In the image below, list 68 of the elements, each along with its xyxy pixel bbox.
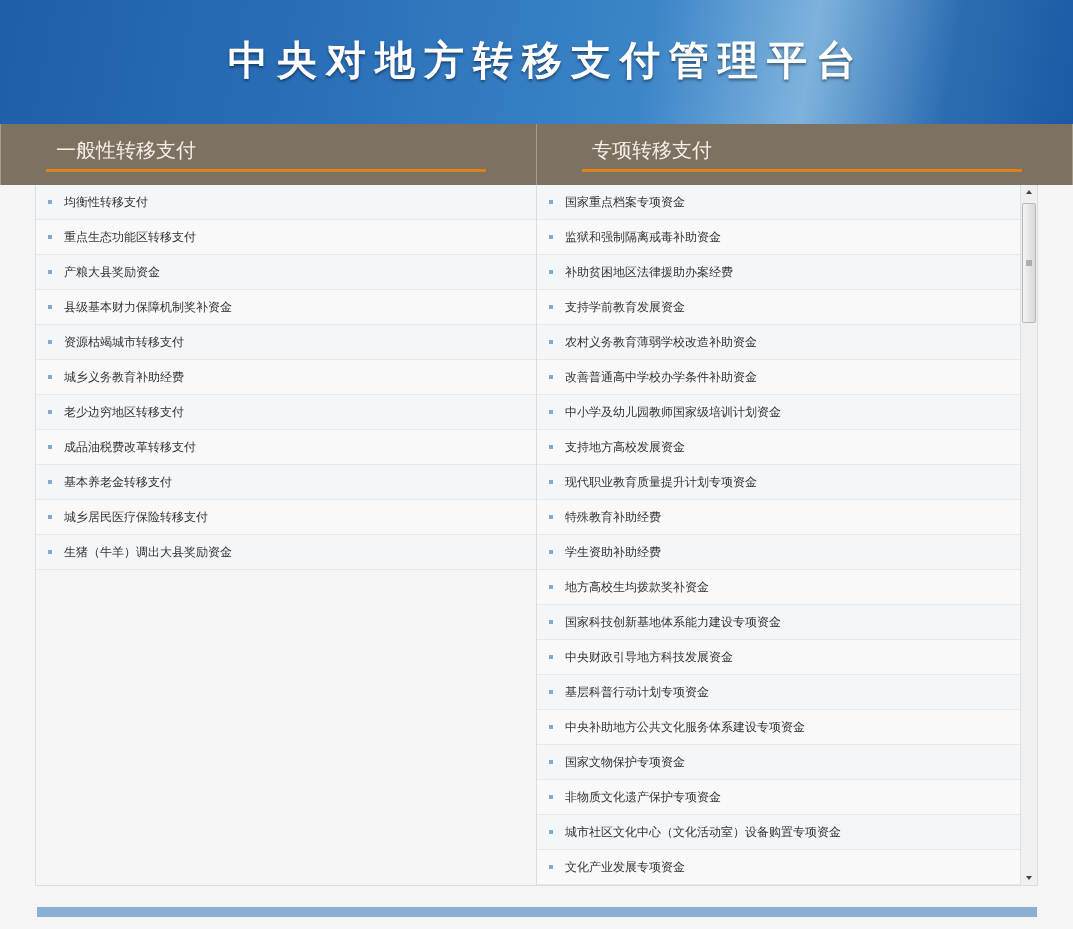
transfer-link[interactable]: 监狱和强制隔离戒毒补助资金 [565, 228, 721, 246]
transfer-link[interactable]: 基本养老金转移支付 [64, 473, 172, 491]
scrollbar[interactable] [1020, 185, 1037, 885]
transfer-link[interactable]: 国家科技创新基地体系能力建设专项资金 [565, 613, 781, 631]
bullet-icon [549, 235, 553, 239]
bullet-icon [48, 200, 52, 204]
bullet-icon [549, 515, 553, 519]
bullet-icon [48, 410, 52, 414]
transfer-link[interactable]: 补助贫困地区法律援助办案经费 [565, 263, 733, 281]
bullet-icon [48, 305, 52, 309]
bullet-icon [48, 375, 52, 379]
bullet-icon [549, 830, 553, 834]
bullet-icon [48, 235, 52, 239]
bullet-icon [549, 585, 553, 589]
transfer-link[interactable]: 国家文物保护专项资金 [565, 753, 685, 771]
bullet-icon [48, 270, 52, 274]
transfer-link[interactable]: 均衡性转移支付 [64, 193, 148, 211]
bullet-icon [549, 340, 553, 344]
bullet-icon [549, 795, 553, 799]
column-heading: 一般性转移支付 [46, 124, 487, 172]
platform-title: 中央对地方转移支付管理平台 [228, 35, 865, 85]
transfer-link[interactable]: 城乡义务教育补助经费 [64, 368, 184, 386]
transfer-link[interactable]: 中央补助地方公共文化服务体系建设专项资金 [565, 718, 805, 736]
transfer-link[interactable]: 地方高校生均拨款奖补资金 [565, 578, 709, 596]
transfer-link[interactable]: 国家重点档案专项资金 [565, 193, 685, 211]
bullet-icon [549, 550, 553, 554]
transfer-link[interactable]: 支持学前教育发展资金 [565, 298, 685, 316]
transfer-link[interactable]: 农村义务教育薄弱学校改造补助资金 [565, 333, 757, 351]
transfer-link[interactable]: 基层科普行动计划专项资金 [565, 683, 709, 701]
transfer-link[interactable]: 资源枯竭城市转移支付 [64, 333, 184, 351]
transfer-link[interactable]: 城乡居民医疗保险转移支付 [64, 508, 208, 526]
bullet-icon [549, 445, 553, 449]
bullet-icon [549, 270, 553, 274]
transfer-link[interactable]: 文化产业发展专项资金 [565, 858, 685, 876]
grip-icon [1026, 260, 1032, 266]
scroll-thumb[interactable] [1022, 203, 1036, 323]
transfer-link[interactable]: 重点生态功能区转移支付 [64, 228, 196, 246]
transfer-link[interactable]: 成品油税费改革转移支付 [64, 438, 196, 456]
transfer-link[interactable]: 现代职业教育质量提升计划专项资金 [565, 473, 757, 491]
bullet-icon [48, 550, 52, 554]
transfer-link[interactable]: 支持地方高校发展资金 [565, 438, 685, 456]
bullet-icon [48, 480, 52, 484]
transfer-link[interactable]: 城市社区文化中心（文化活动室）设备购置专项资金 [565, 823, 841, 841]
bullet-icon [549, 760, 553, 764]
bullet-icon [549, 410, 553, 414]
bullet-icon [549, 690, 553, 694]
transfer-link[interactable]: 特殊教育补助经费 [565, 508, 661, 526]
transfer-link[interactable]: 县级基本财力保障机制奖补资金 [64, 298, 232, 316]
transfer-link[interactable]: 产粮大县奖励资金 [64, 263, 160, 281]
bullet-icon [549, 375, 553, 379]
bullet-icon [549, 480, 553, 484]
bullet-icon [549, 725, 553, 729]
transfer-link[interactable]: 学生资助补助经费 [565, 543, 661, 561]
transfer-link[interactable]: 老少边穷地区转移支付 [64, 403, 184, 421]
column-heading: 专项转移支付 [582, 124, 1022, 172]
bullet-icon [549, 200, 553, 204]
bullet-icon [549, 865, 553, 869]
transfer-link[interactable]: 中小学及幼儿园教师国家级培训计划资金 [565, 403, 781, 421]
transfer-link[interactable]: 改善普通高中学校办学条件补助资金 [565, 368, 757, 386]
bullet-icon [549, 305, 553, 309]
transfer-link[interactable]: 非物质文化遗产保护专项资金 [565, 788, 721, 806]
bullet-icon [48, 445, 52, 449]
bullet-icon [48, 340, 52, 344]
transfer-link[interactable]: 生猪（牛羊）调出大县奖励资金 [64, 543, 232, 561]
transfer-link[interactable]: 中央财政引导地方科技发展资金 [565, 648, 733, 666]
bullet-icon [549, 655, 553, 659]
bullet-icon [48, 515, 52, 519]
bullet-icon [549, 620, 553, 624]
